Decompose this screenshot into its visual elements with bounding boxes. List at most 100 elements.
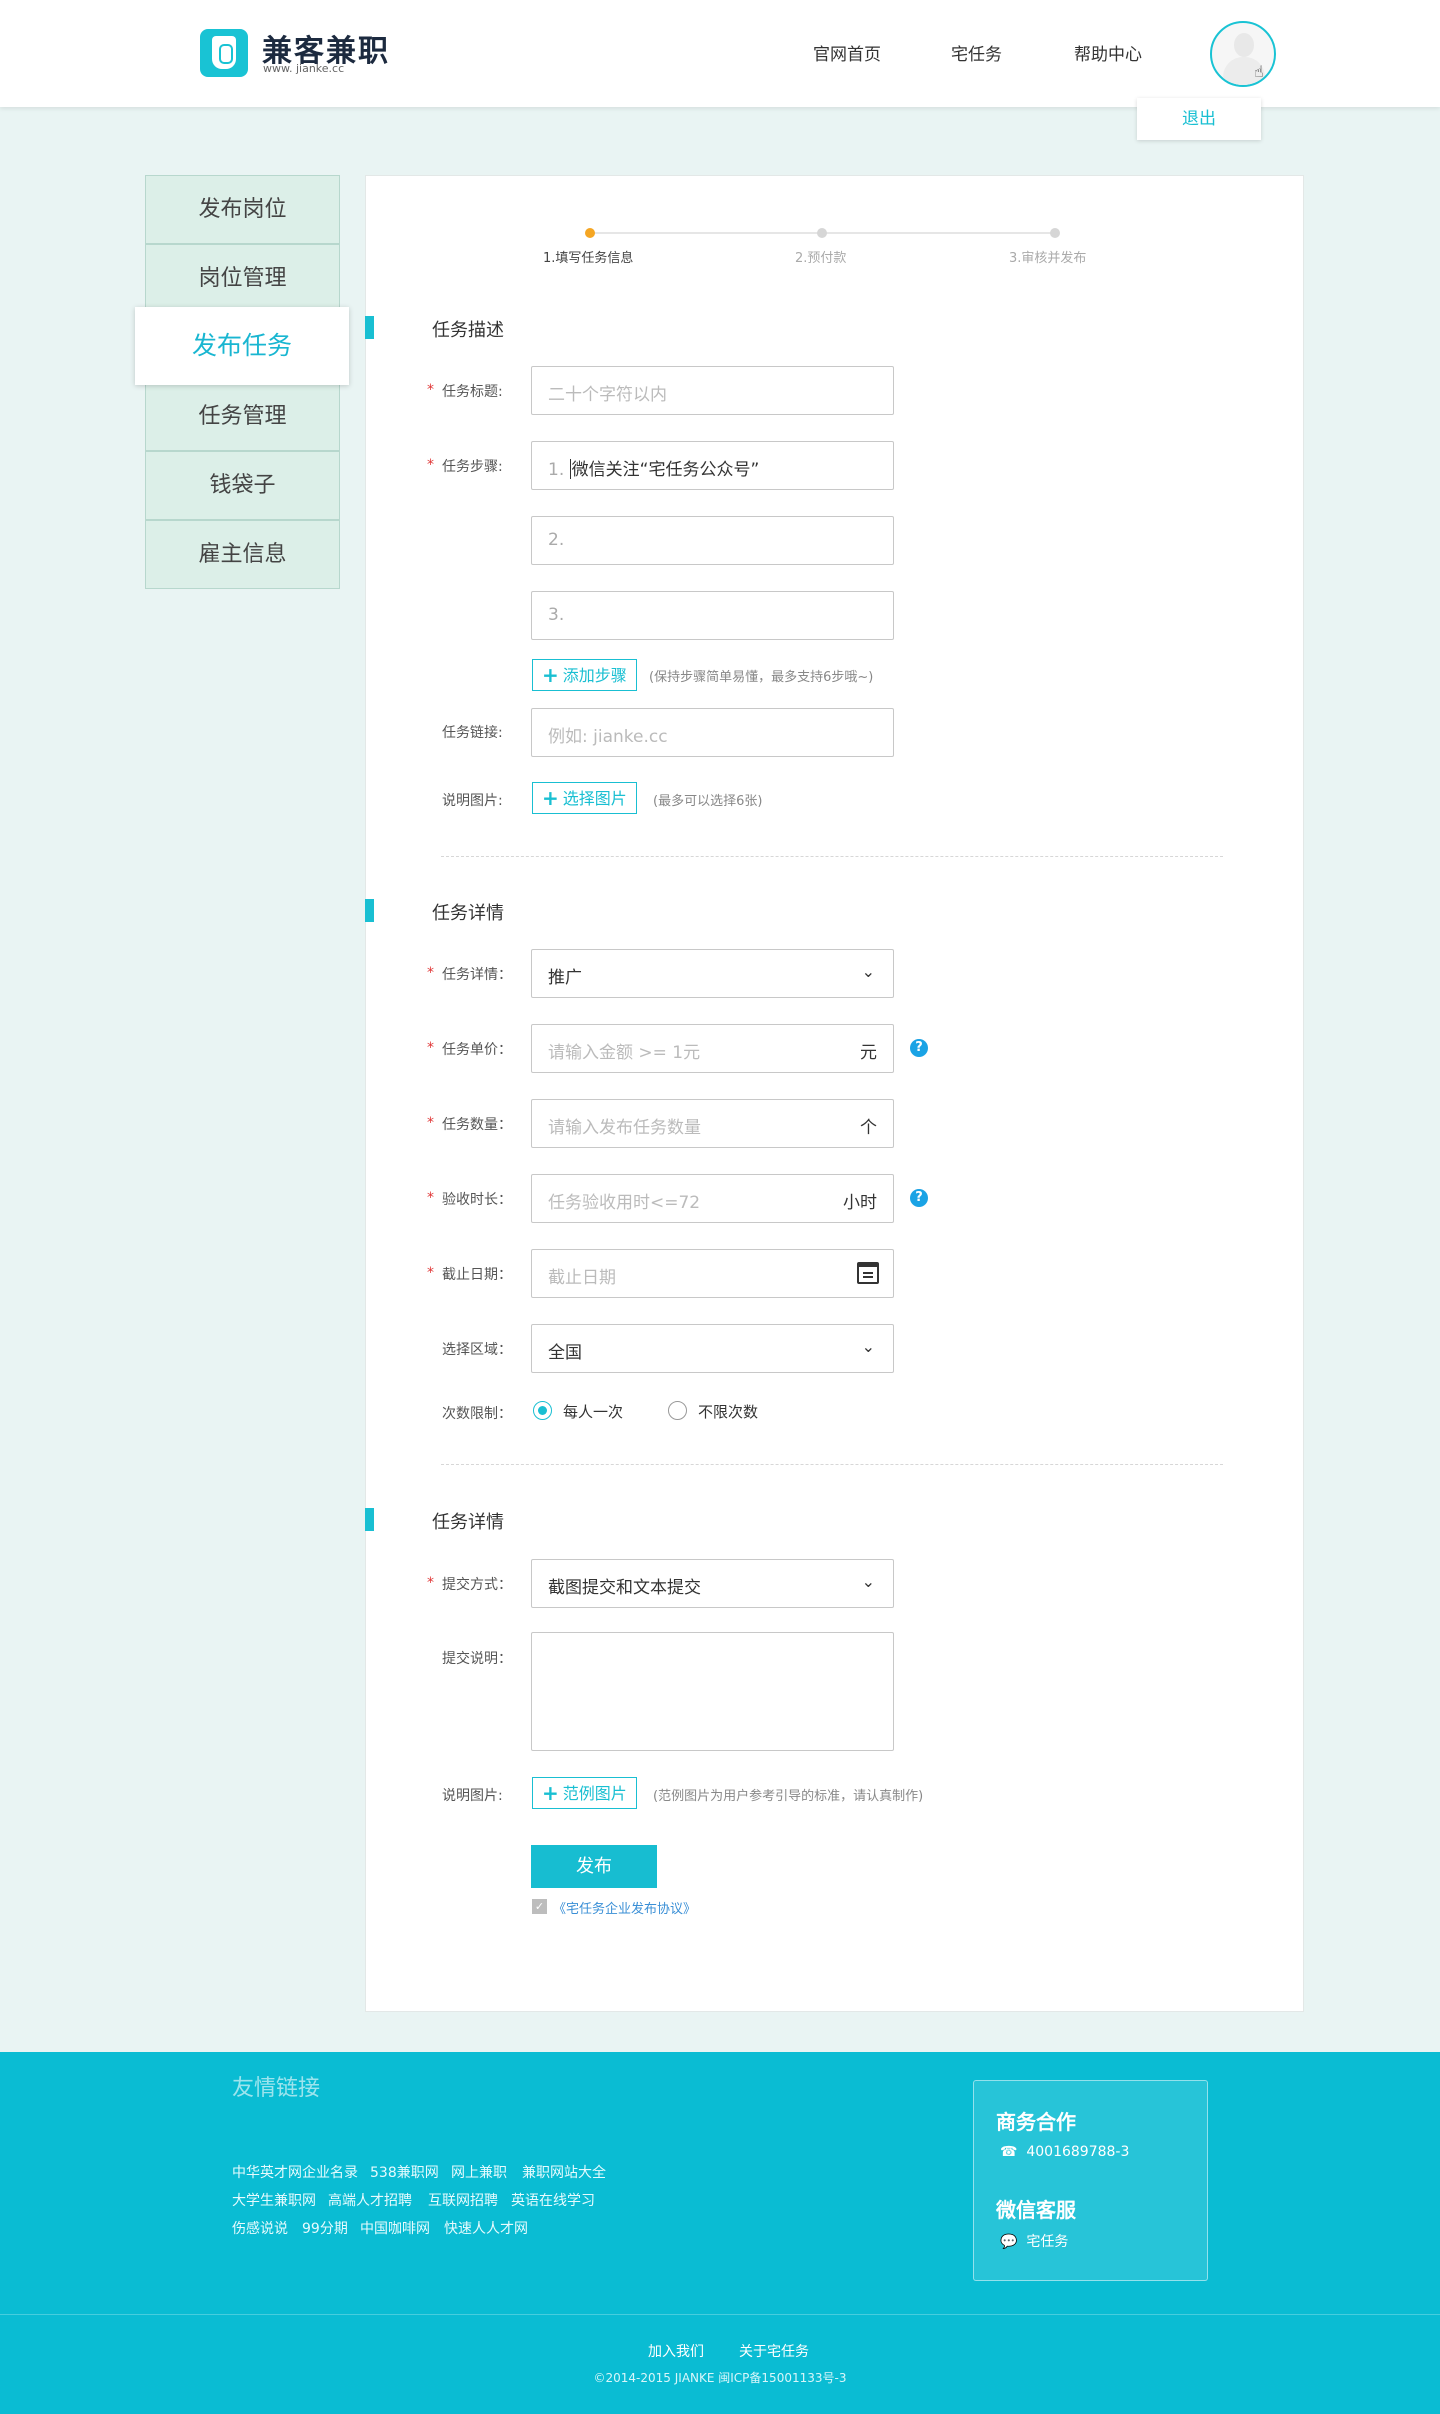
section-marker [365, 1508, 374, 1531]
footer [0, 2052, 1440, 2414]
nav-home-tasks[interactable]: 宅任务 [951, 40, 1002, 65]
required-mark: * [427, 1190, 434, 1206]
limit-label: 次数限制： [442, 1406, 512, 1422]
logo-subtitle: www. jianke.cc [263, 62, 345, 75]
task-price-input[interactable]: 请输入金额 >= 1元元 [531, 1024, 894, 1073]
task-step-3-input[interactable]: 3. [531, 591, 894, 640]
footer-link[interactable]: 伤感说说 [232, 2218, 288, 2238]
sidebar-item-post-task[interactable]: 发布任务 [135, 307, 349, 385]
sidebar-item-wallet[interactable]: 钱袋子 [145, 451, 340, 520]
task-title-input[interactable]: 二十个字符以内 [531, 366, 894, 415]
wechat-title: 微信客服 [996, 2198, 1076, 2222]
hand-cursor-icon: ☝ [1254, 62, 1264, 81]
task-type-select[interactable]: 推广 ⌄ [531, 949, 894, 998]
footer-link[interactable]: 大学生兼职网 [232, 2190, 316, 2210]
step-label-1: 1.填写任务信息 [543, 251, 634, 266]
step-label-3: 3.审核并发布 [1009, 251, 1087, 266]
about-link[interactable]: 关于宅任务 [739, 2341, 809, 2361]
example-image-hint: (范例图片为用户参考引导的标准，请认真制作) [653, 1789, 924, 1804]
section-title-description: 任务描述 [432, 320, 504, 341]
example-image-button[interactable]: + 范例图片 [532, 1777, 637, 1809]
footer-link[interactable]: 538兼职网 [370, 2162, 439, 2182]
limit-radio-once[interactable] [533, 1401, 552, 1420]
agreement-checkbox[interactable]: ✓ [532, 1899, 547, 1914]
chevron-down-icon: ⌄ [861, 962, 875, 981]
business-title: 商务合作 [996, 2110, 1076, 2134]
task-step-1-input[interactable]: 1. 微信关注“宅任务公众号” [531, 441, 894, 490]
region-label: 选择区域： [442, 1342, 512, 1358]
sidebar-item-job-manage[interactable]: 岗位管理 [145, 244, 340, 313]
phone-line: ☎ 4001689788-3 [1000, 2144, 1130, 2160]
step-connector [590, 232, 822, 234]
sidebar-item-task-manage[interactable]: 任务管理 [145, 382, 340, 451]
friend-links-title: 友情链接 [232, 2076, 321, 2101]
help-icon[interactable]: ? [910, 1189, 928, 1207]
step-dot-active [585, 228, 595, 238]
limit-option-once[interactable]: 每人一次 [563, 1401, 623, 1422]
section-marker [365, 316, 374, 339]
task-count-input[interactable]: 请输入发布任务数量个 [531, 1099, 894, 1148]
required-mark: * [427, 1115, 434, 1131]
task-title-label: 任务标题: [442, 384, 503, 400]
join-us-link[interactable]: 加入我们 [648, 2341, 704, 2361]
required-mark: * [427, 1040, 434, 1056]
submit-desc-label: 提交说明： [442, 1651, 512, 1667]
footer-link[interactable]: 高端人才招聘 [328, 2190, 412, 2210]
sidebar-item-post-job[interactable]: 发布岗位 [145, 175, 340, 244]
logout-button[interactable]: 退出 [1137, 98, 1261, 140]
task-count-label: 任务数量： [442, 1117, 512, 1133]
limit-option-unlimited[interactable]: 不限次数 [698, 1401, 758, 1422]
plus-icon: + [542, 1781, 559, 1805]
required-mark: * [427, 1575, 434, 1591]
submit-method-label: 提交方式： [442, 1577, 512, 1593]
review-time-label: 验收时长： [442, 1192, 512, 1208]
calendar-icon[interactable] [857, 1262, 879, 1284]
footer-divider [0, 2314, 1440, 2315]
footer-link[interactable]: 快速人人才网 [444, 2218, 528, 2238]
footer-link[interactable]: 网上兼职 [451, 2162, 507, 2182]
limit-radio-unlimited[interactable] [668, 1401, 687, 1420]
plus-icon: + [542, 663, 559, 687]
footer-link[interactable]: 中华英才网企业名录 [232, 2162, 358, 2182]
footer-link[interactable]: 中国咖啡网 [360, 2218, 430, 2238]
section-divider [441, 1464, 1223, 1465]
review-time-input[interactable]: 任务验收用时<=72 小时 [531, 1174, 894, 1223]
help-icon[interactable]: ? [910, 1039, 928, 1057]
footer-link[interactable]: 英语在线学习 [511, 2190, 595, 2210]
example-image-label: 说明图片: [442, 1788, 503, 1804]
chevron-down-icon: ⌄ [861, 1572, 875, 1591]
publish-button[interactable]: 发布 [531, 1845, 657, 1888]
footer-link[interactable]: 99分期 [302, 2218, 348, 2238]
agreement-link[interactable]: 《宅任务企业发布协议》 [553, 1898, 696, 1917]
nav-home[interactable]: 官网首页 [813, 40, 881, 65]
submit-method-select[interactable]: 截图提交和文本提交 ⌄ [531, 1559, 894, 1608]
plus-icon: + [542, 786, 559, 810]
required-mark: * [427, 965, 434, 981]
region-select[interactable]: 全国 ⌄ [531, 1324, 894, 1373]
section-title-submission: 任务详情 [432, 1512, 504, 1533]
add-step-button[interactable]: + 添加步骤 [532, 659, 637, 691]
choose-image-button[interactable]: + 选择图片 [532, 782, 637, 814]
user-avatar[interactable] [1210, 21, 1276, 87]
image-label: 说明图片: [442, 793, 503, 809]
required-mark: * [427, 382, 434, 398]
phone-icon: ☎ [1000, 2144, 1018, 2160]
nav-help-center[interactable]: 帮助中心 [1074, 40, 1142, 65]
add-step-hint: (保持步骤简单易懂，最多支持6步哦~) [649, 670, 874, 685]
footer-link[interactable]: 兼职网站大全 [522, 2162, 606, 2182]
required-mark: * [427, 457, 434, 473]
deadline-input[interactable]: 截止日期 [531, 1249, 894, 1298]
task-price-label: 任务单价： [442, 1042, 512, 1058]
submit-desc-textarea[interactable] [531, 1632, 894, 1751]
task-link-label: 任务链接: [442, 725, 503, 741]
task-steps-label: 任务步骤: [442, 459, 503, 475]
sidebar-item-employer-info[interactable]: 雇主信息 [145, 520, 340, 589]
task-step-2-input[interactable]: 2. [531, 516, 894, 565]
required-mark: * [427, 1265, 434, 1281]
task-link-input[interactable]: 例如: jianke.cc [531, 708, 894, 757]
footer-link[interactable]: 互联网招聘 [428, 2190, 498, 2210]
section-marker [365, 899, 374, 922]
copyright: ©2014-2015 JIANKE 闽ICP备15001133号-3 [593, 2371, 847, 2385]
logo-icon[interactable] [200, 29, 248, 77]
step-connector [822, 232, 1055, 234]
